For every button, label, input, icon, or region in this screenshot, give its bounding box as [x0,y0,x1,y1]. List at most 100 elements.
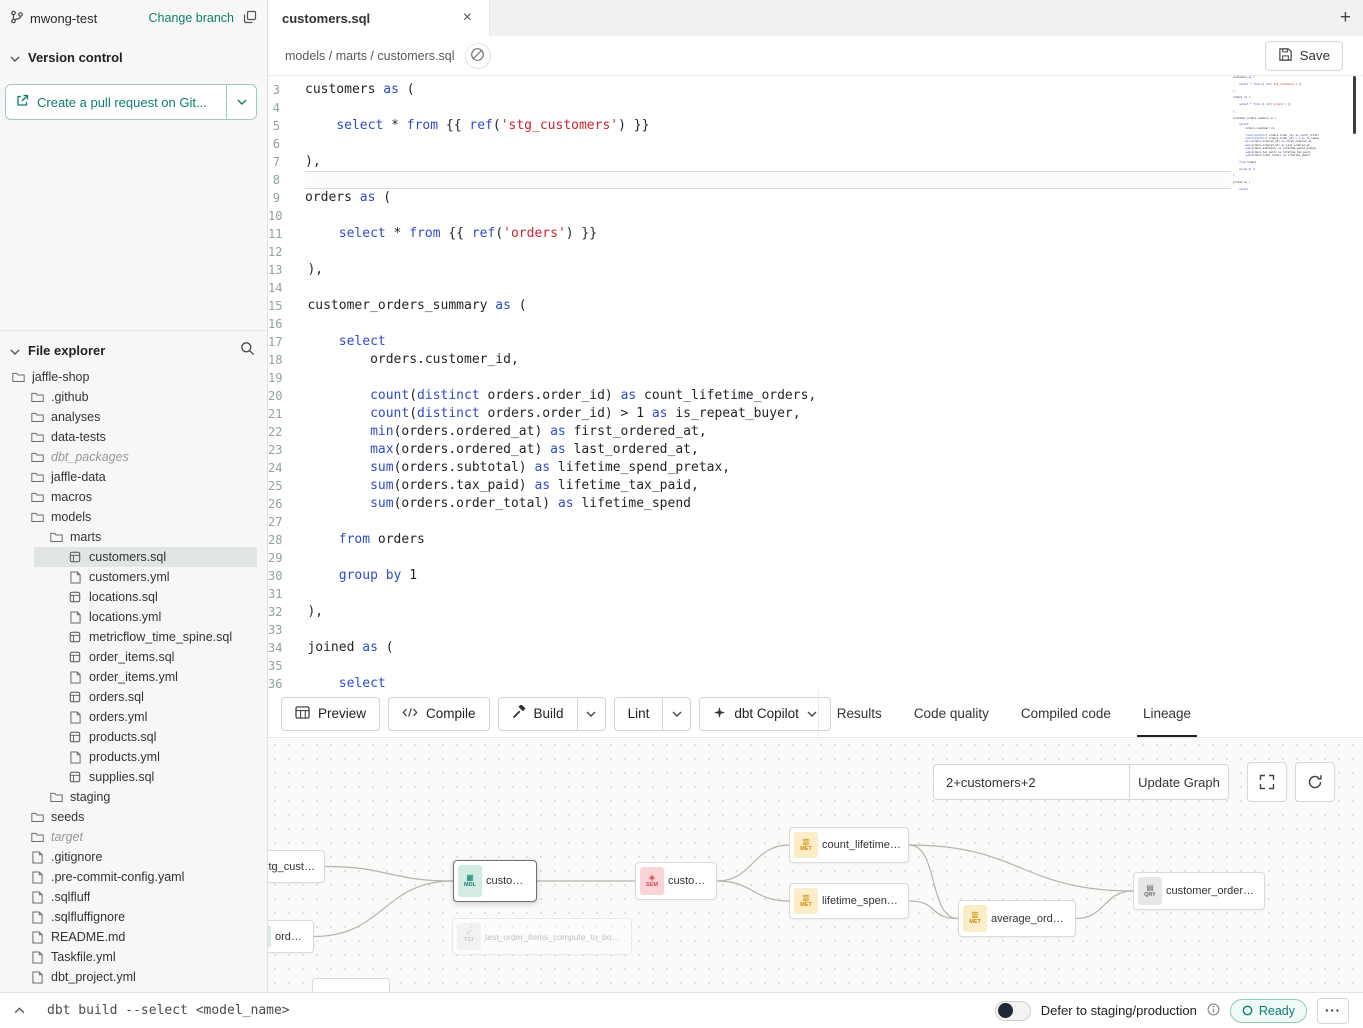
tree-item-staging[interactable]: staging [0,787,267,807]
code-line-22[interactable]: 22 min(orders.ordered_at) as first_order… [268,423,1363,441]
lineage-node-stg_customers[interactable]: ▦MDLstg_customers [268,850,325,883]
code-line-12[interactable]: 12 [268,243,1363,261]
code-line-6[interactable]: 6 [268,135,1363,153]
tree-item-data-tests[interactable]: data-tests [0,427,267,447]
code-line-36[interactable]: 36 select [268,675,1363,690]
compile-button[interactable]: Compile [388,697,490,731]
code-line-26[interactable]: 26 sum(orders.order_total) as lifetime_s… [268,495,1363,513]
code-line-15[interactable]: 15customer_orders_summary as ( [268,297,1363,315]
tree-item-macros[interactable]: macros [0,487,267,507]
lint-button[interactable]: Lint [614,697,664,731]
tree-item-dbt_project.yml[interactable]: dbt_project.yml [0,967,267,987]
tree-item-marts[interactable]: marts [0,527,267,547]
code-line-20[interactable]: 20 count(distinct orders.order_id) as co… [268,387,1363,405]
search-icon[interactable] [240,341,255,359]
code-line-16[interactable]: 16 [268,315,1363,333]
code-line-24[interactable]: 24 sum(orders.subtotal) as lifetime_spen… [268,459,1363,477]
build-dropdown[interactable] [578,697,606,731]
code-line-3[interactable]: 3customers as ( [268,81,1363,99]
code-line-27[interactable]: 27 [268,513,1363,531]
code-line-14[interactable]: 14 [268,279,1363,297]
copy-branch-icon[interactable] [243,10,257,27]
code-line-19[interactable]: 19 [268,369,1363,387]
code-line-18[interactable]: 18 orders.customer_id, [268,351,1363,369]
tree-item-products.yml[interactable]: products.yml [0,747,267,767]
results-tab-compiled-code[interactable]: Compiled code [1005,690,1127,737]
defer-toggle[interactable] [995,1001,1031,1021]
model-indicator-button[interactable] [465,43,491,69]
version-control-header[interactable]: Version control [0,36,267,65]
close-tab-icon[interactable]: × [460,10,475,26]
code-line-28[interactable]: 28 from orders [268,531,1363,549]
expand-panel-button[interactable] [14,1007,25,1014]
lineage-node-orders_src[interactable]: ▦MDLorders [268,920,314,953]
code-line-11[interactable]: 11 select * from {{ ref('orders') }} [268,225,1363,243]
fullscreen-button[interactable] [1247,762,1287,802]
code-line-10[interactable]: 10 [268,207,1363,225]
lineage-node-test_node[interactable]: ✓TSTtest_order_items_compute_to_bools... [452,918,632,955]
code-line-33[interactable]: 33 [268,621,1363,639]
code-line-4[interactable]: 4 [268,99,1363,117]
tree-item-.pre-commit-config.yaml[interactable]: .pre-commit-config.yaml [0,867,267,887]
tree-item-metricflow_time_spine.sql[interactable]: metricflow_time_spine.sql [0,627,267,647]
preview-button[interactable]: Preview [281,697,380,731]
code-line-35[interactable]: 35 [268,657,1363,675]
tab-customers-sql[interactable]: customers.sql × [268,0,490,36]
tree-item-.sqlfluff[interactable]: .sqlfluff [0,887,267,907]
tree-item-jaffle-data[interactable]: jaffle-data [0,467,267,487]
lineage-node-average_order_value[interactable]: ▥METaverage_order_value [958,900,1076,937]
tree-item-Taskfile.yml[interactable]: Taskfile.yml [0,947,267,967]
tree-item-supplies.sql[interactable]: supplies.sql [0,767,267,787]
refresh-button[interactable] [1295,762,1335,802]
results-tab-lineage[interactable]: Lineage [1127,690,1207,737]
code-line-23[interactable]: 23 max(orders.ordered_at) as last_ordere… [268,441,1363,459]
create-pr-button[interactable]: Create a pull request on Git... [6,85,226,119]
tree-item-orders.yml[interactable]: orders.yml [0,707,267,727]
tree-item-jaffle-shop[interactable]: jaffle-shop [0,367,267,387]
lineage-node-customer_order_metrics[interactable]: ▤QRYcustomer_order_metrics [1133,872,1265,910]
dbt-copilot-button[interactable]: dbt Copilot [699,697,831,731]
tree-item-.sqlfluffignore[interactable]: .sqlfluffignore [0,907,267,927]
change-branch-link[interactable]: Change branch [149,11,234,25]
tree-item-dbt_packages[interactable]: dbt_packages [0,447,267,467]
code-line-34[interactable]: 34joined as ( [268,639,1363,657]
tree-item-README.md[interactable]: README.md [0,927,267,947]
code-line-7[interactable]: 7), [268,153,1363,171]
code-line-8[interactable]: 8 [268,171,1363,189]
tree-item-products.sql[interactable]: products.sql [0,727,267,747]
command-preview[interactable]: dbt build --select <model_name> [47,1003,290,1018]
tree-item-customers.sql[interactable]: customers.sql [0,547,267,567]
tree-item-customers.yml[interactable]: customers.yml [0,567,267,587]
code-line-32[interactable]: 32), [268,603,1363,621]
editor-scrollbar[interactable] [1353,76,1356,134]
code-line-5[interactable]: 5 select * from {{ ref('stg_customers') … [268,117,1363,135]
tree-item-locations.sql[interactable]: locations.sql [0,587,267,607]
tree-item-seeds[interactable]: seeds [0,807,267,827]
results-tab-results[interactable]: Results [821,690,898,737]
file-explorer-header[interactable]: File explorer [0,331,267,359]
lint-dropdown[interactable] [663,697,691,731]
lineage-node-customers_sem[interactable]: ◈SEMcustomers [635,862,717,900]
tree-item-target[interactable]: target [0,827,267,847]
info-icon[interactable] [1207,1003,1220,1019]
lineage-node-lifetime_spend_pretax[interactable]: ▥METlifetime_spend_pretax [789,883,909,919]
code-line-21[interactable]: 21 count(distinct orders.order_id) > 1 a… [268,405,1363,423]
lineage-node-count_lifetime_orders[interactable]: ▥METcount_lifetime_orders [789,827,909,863]
code-line-31[interactable]: 31 [268,585,1363,603]
code-editor[interactable]: 3customers as (45 select * from {{ ref('… [268,76,1363,690]
code-line-17[interactable]: 17 select [268,333,1363,351]
build-button[interactable]: Build [498,697,578,731]
lineage-node-partial_node[interactable] [312,978,390,992]
minimap[interactable]: customers as ( select * from {{ ref('stg… [1233,76,1319,198]
code-line-13[interactable]: 13), [268,261,1363,279]
tree-item-models[interactable]: models [0,507,267,527]
tree-item-analyses[interactable]: analyses [0,407,267,427]
save-button[interactable]: Save [1265,41,1343,71]
code-line-25[interactable]: 25 sum(orders.tax_paid) as lifetime_tax_… [268,477,1363,495]
code-line-29[interactable]: 29 [268,549,1363,567]
lineage-selector-input[interactable] [933,764,1129,800]
tree-item-order_items.sql[interactable]: order_items.sql [0,647,267,667]
tree-item-orders.sql[interactable]: orders.sql [0,687,267,707]
tree-item-.github[interactable]: .github [0,387,267,407]
code-line-9[interactable]: 9orders as ( [268,189,1363,207]
